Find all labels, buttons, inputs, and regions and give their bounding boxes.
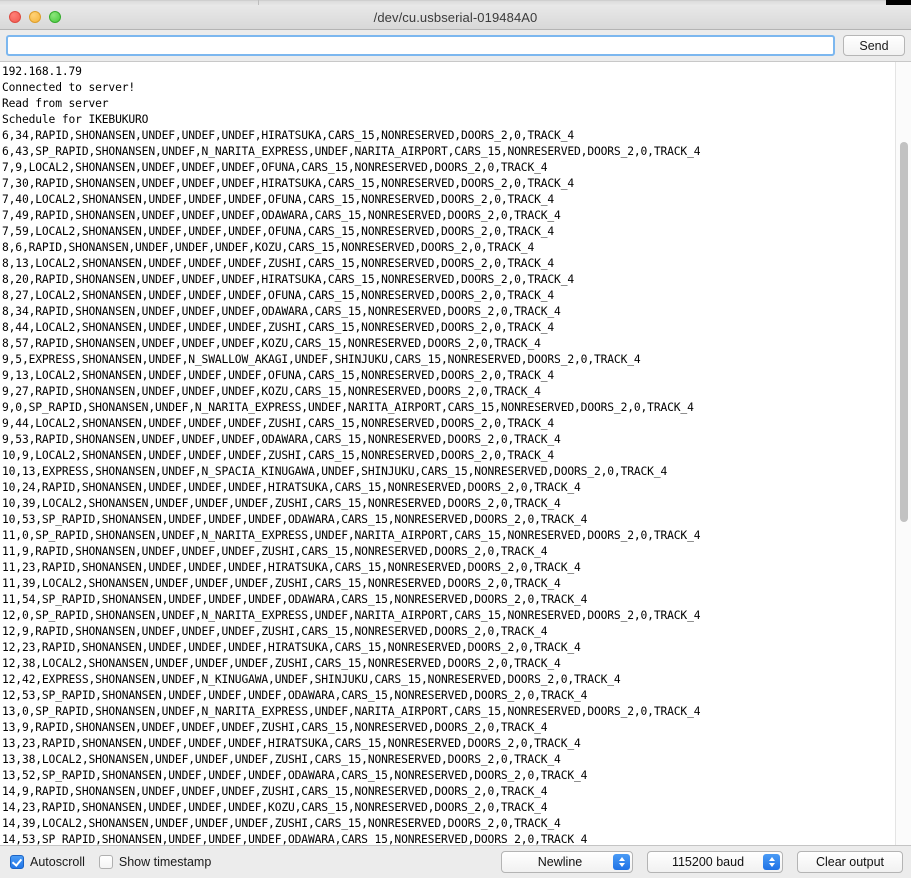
line-ending-value: Newline bbox=[537, 855, 583, 869]
maximize-window-icon[interactable] bbox=[49, 11, 61, 23]
serial-output-text[interactable]: 192.168.1.79 Connected to server! Read f… bbox=[0, 62, 885, 845]
autoscroll-checkbox[interactable] bbox=[10, 855, 24, 869]
show-timestamp-label: Show timestamp bbox=[118, 855, 212, 869]
stepper-arrows-icon[interactable] bbox=[613, 854, 630, 870]
chevron-up-icon bbox=[618, 857, 625, 861]
serial-monitor-statusbar: Autoscroll Show timestamp Newline 115200… bbox=[0, 845, 911, 878]
output-scrollbar-thumb[interactable] bbox=[900, 142, 908, 522]
show-timestamp-checkbox-group[interactable]: Show timestamp bbox=[98, 855, 212, 869]
send-button[interactable]: Send bbox=[843, 35, 905, 56]
clear-output-button[interactable]: Clear output bbox=[797, 851, 903, 873]
autoscroll-checkbox-group[interactable]: Autoscroll bbox=[10, 855, 85, 869]
window-title: /dev/cu.usbserial-019484A0 bbox=[373, 9, 538, 25]
show-timestamp-checkbox[interactable] bbox=[98, 855, 113, 869]
chevron-up-icon bbox=[768, 857, 775, 861]
output-scrollbar-track[interactable] bbox=[895, 62, 911, 845]
autoscroll-label: Autoscroll bbox=[30, 855, 85, 869]
chevron-down-icon bbox=[618, 863, 625, 867]
chevron-down-icon bbox=[768, 863, 775, 867]
window-controls bbox=[9, 11, 61, 23]
send-message-bar: Send bbox=[0, 30, 911, 62]
window-titlebar: /dev/cu.usbserial-019484A0 bbox=[0, 5, 911, 30]
serial-output-area: 192.168.1.79 Connected to server! Read f… bbox=[0, 62, 911, 845]
baud-rate-select[interactable]: 115200 baud bbox=[647, 851, 783, 873]
send-message-input[interactable] bbox=[6, 35, 835, 56]
line-ending-select[interactable]: Newline bbox=[501, 851, 633, 873]
minimize-window-icon[interactable] bbox=[29, 11, 41, 23]
stepper-arrows-icon[interactable] bbox=[763, 854, 780, 870]
baud-rate-value: 115200 baud bbox=[671, 855, 745, 869]
serial-monitor-window: /dev/cu.usbserial-019484A0 Send 192.168.… bbox=[0, 5, 911, 878]
close-window-icon[interactable] bbox=[9, 11, 21, 23]
